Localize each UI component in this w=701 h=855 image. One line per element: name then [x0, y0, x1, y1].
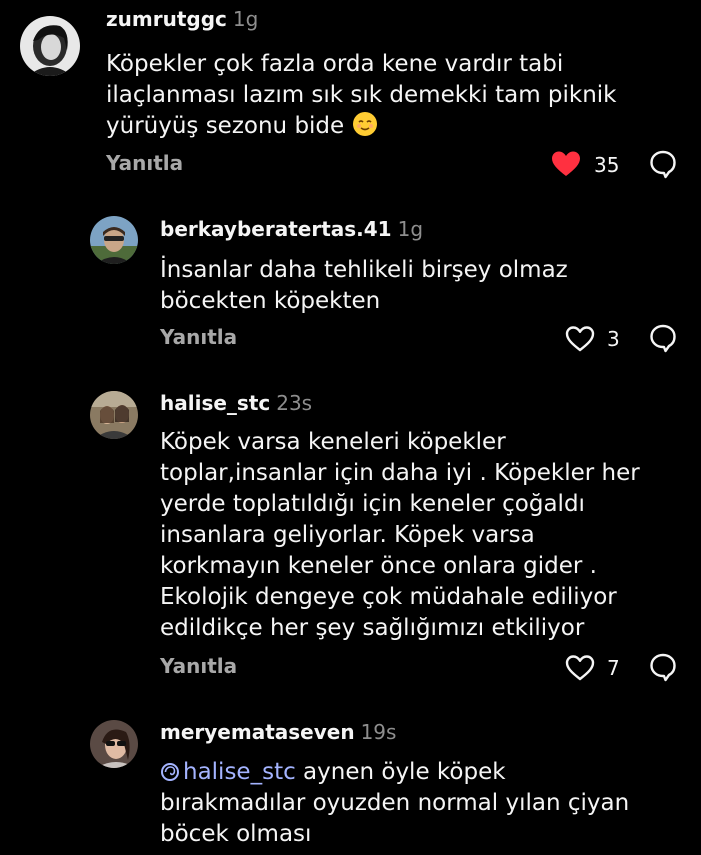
like-count: 7: [607, 656, 620, 680]
comment-meta: zumrutggc 1g: [106, 7, 258, 31]
comment-text-line: böcekten köpekten: [160, 288, 381, 314]
reply-button[interactable]: Yanıtla: [160, 654, 237, 678]
comment-text-line: İnsanlar daha tehlikeli birşey olmaz: [160, 257, 568, 283]
username[interactable]: meryemataseven: [160, 720, 355, 744]
comment-meta: meryemataseven 19s: [160, 720, 396, 744]
reply-button[interactable]: Yanıtla: [106, 151, 183, 175]
username[interactable]: berkayberatertas.41: [160, 217, 392, 241]
reply-icon[interactable]: [648, 149, 678, 179]
timestamp: 23s: [276, 391, 313, 415]
reply-icon[interactable]: [648, 323, 678, 353]
reply-icon[interactable]: [648, 652, 678, 682]
username[interactable]: halise_stc: [160, 391, 270, 415]
avatar[interactable]: [90, 391, 138, 439]
like-count: 3: [607, 327, 620, 351]
heart-outline-icon: [565, 326, 595, 352]
comment-text-line: böcek olması: [160, 821, 312, 847]
comment-text: Köpek varsa keneleri köpekler toplar,ins…: [160, 427, 640, 644]
warm-smile-emoji-icon: [352, 111, 378, 137]
at-sign-icon: [160, 760, 180, 781]
comment-text: Köpekler çok fazla orda kene vardır tabi…: [106, 49, 617, 142]
like-button[interactable]: [565, 325, 595, 353]
comment-meta: halise_stc 23s: [160, 391, 312, 415]
comment-text-line: insanlara geliyorlar. Köpek varsa: [160, 522, 535, 548]
comment-text-line: ilaçlanması lazım sık sık demekki tam pi…: [106, 82, 617, 108]
comment-text-line: Köpek varsa keneleri köpekler: [160, 429, 506, 455]
comment-text-line: bırakmadılar oyuzden normal yılan çiyan: [160, 790, 630, 816]
heart-outline-icon: [565, 655, 595, 681]
timestamp: 19s: [360, 720, 397, 744]
timestamp: 1g: [232, 7, 259, 31]
avatar[interactable]: [90, 720, 138, 768]
comment-text-line: Köpekler çok fazla orda kene vardır tabi: [106, 51, 564, 77]
speech-bubble-icon: [650, 324, 676, 353]
speech-bubble-icon: [650, 150, 676, 179]
avatar[interactable]: [20, 16, 80, 76]
comment-text-line: Ekolojik dengeye çok müdahale ediliyor: [160, 584, 617, 610]
comment-meta: berkayberatertas.41 1g: [160, 217, 423, 241]
comment-text-line: yerde toplatıldığı için keneler çoğaldı: [160, 491, 585, 517]
comment-text-line: halise_stc aynen öyle köpek: [160, 757, 629, 788]
comment-text-line: toplar,insanlar için daha iyi . Köpekler…: [160, 460, 640, 486]
timestamp: 1g: [397, 217, 424, 241]
comment-text-line: yürüyüş sezonu bide: [106, 111, 617, 142]
like-count: 35: [594, 153, 620, 177]
comment-text: halise_stc aynen öyle köpek bırakmadılar…: [160, 757, 629, 850]
heart-filled-icon: [552, 151, 580, 176]
like-button[interactable]: [565, 654, 595, 682]
comment-text: İnsanlar daha tehlikeli birşey olmaz böc…: [160, 255, 568, 317]
comment-text-line: korkmayın keneler önce onlara gider .: [160, 553, 597, 579]
like-button[interactable]: [551, 150, 581, 178]
comment-text-line: edildikçe her şey sağlığımızı etkiliyor: [160, 615, 585, 641]
username[interactable]: zumrutggc: [106, 7, 227, 31]
speech-bubble-icon: [650, 653, 676, 682]
avatar[interactable]: [90, 216, 138, 264]
mention-link[interactable]: halise_stc: [160, 759, 296, 785]
reply-button[interactable]: Yanıtla: [160, 325, 237, 349]
